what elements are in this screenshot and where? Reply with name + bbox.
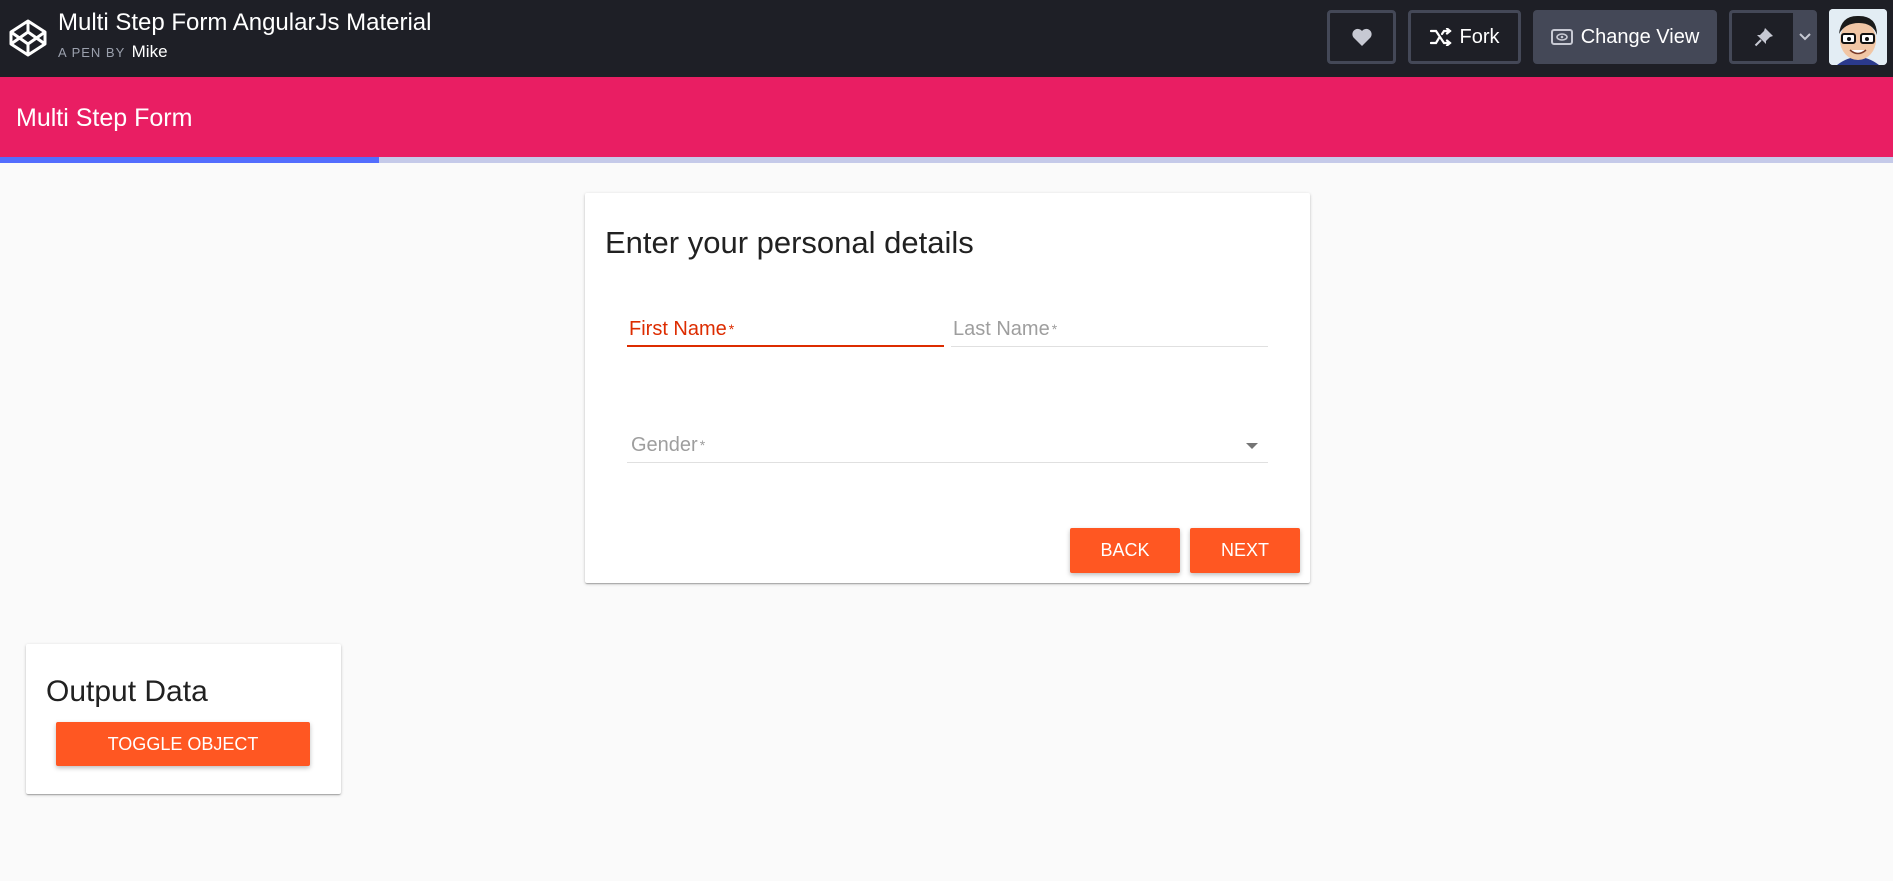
gender-underline bbox=[627, 462, 1268, 463]
output-data-card: Output Data TOGGLE OBJECT bbox=[26, 644, 341, 794]
pen-title: Multi Step Form AngularJs Material bbox=[58, 9, 432, 36]
personal-details-card: Enter your personal details First Name * … bbox=[585, 193, 1310, 583]
fork-icon bbox=[1429, 28, 1452, 46]
pin-button[interactable] bbox=[1729, 10, 1796, 64]
heart-button[interactable] bbox=[1327, 10, 1396, 64]
pen-byline: A PEN BY Mike bbox=[58, 43, 168, 62]
gender-select[interactable]: Gender * bbox=[627, 433, 1268, 463]
pin-icon bbox=[1754, 27, 1774, 47]
fork-label: Fork bbox=[1459, 25, 1500, 48]
last-name-underline bbox=[951, 346, 1268, 347]
last-name-field[interactable]: Last Name * bbox=[951, 317, 1268, 347]
dropdown-caret-icon bbox=[1246, 443, 1258, 449]
last-name-label: Last Name * bbox=[953, 318, 1058, 340]
toggle-object-button[interactable]: TOGGLE OBJECT bbox=[56, 722, 310, 766]
step-progress-fill bbox=[0, 157, 379, 163]
heart-icon bbox=[1351, 27, 1373, 47]
chevron-down-icon bbox=[1798, 32, 1812, 42]
first-name-field[interactable]: First Name * bbox=[627, 317, 944, 347]
page-title: Multi Step Form bbox=[16, 104, 193, 132]
next-button[interactable]: NEXT bbox=[1190, 528, 1300, 573]
change-view-button[interactable]: Change View bbox=[1533, 10, 1717, 64]
first-name-label: First Name * bbox=[629, 318, 735, 340]
change-view-label: Change View bbox=[1580, 25, 1700, 48]
fork-button[interactable]: Fork bbox=[1408, 10, 1521, 64]
first-name-underline bbox=[627, 345, 944, 347]
eye-icon bbox=[1550, 29, 1573, 45]
codepen-logo-icon[interactable] bbox=[8, 18, 48, 58]
output-heading: Output Data bbox=[46, 675, 208, 708]
form-heading: Enter your personal details bbox=[605, 225, 974, 260]
codepen-header: Multi Step Form AngularJs Material A PEN… bbox=[0, 0, 1893, 77]
step-progress-bar bbox=[0, 157, 1893, 163]
pin-dropdown-button[interactable] bbox=[1793, 10, 1817, 64]
back-button[interactable]: BACK bbox=[1070, 528, 1180, 573]
gender-label: Gender * bbox=[631, 434, 706, 456]
app-toolbar: Multi Step Form bbox=[0, 77, 1893, 157]
pen-by-label: A PEN BY bbox=[58, 45, 126, 60]
pen-author-link[interactable]: Mike bbox=[132, 42, 168, 61]
avatar[interactable] bbox=[1829, 9, 1887, 65]
